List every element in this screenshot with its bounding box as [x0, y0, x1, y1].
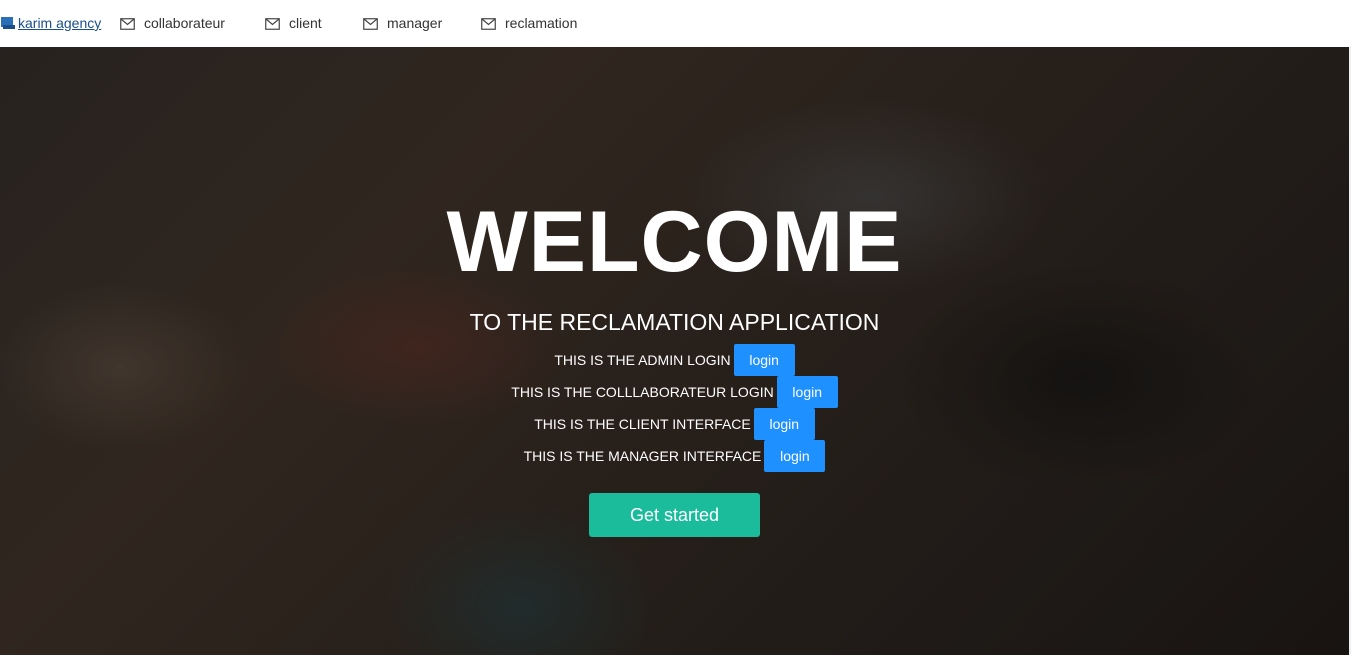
- mail-icon: [265, 17, 280, 30]
- mail-icon: [363, 17, 378, 30]
- manager-login-label: THIS IS THE MANAGER INTERFACE: [523, 448, 762, 464]
- nav-item-collaborateur[interactable]: collaborateur: [120, 15, 225, 31]
- nav-item-label: manager: [387, 15, 443, 31]
- mail-icon: [120, 17, 135, 30]
- brand-label: karim agency: [18, 15, 102, 31]
- collaborateur-login-label: THIS IS THE COLLLABORATEUR LOGIN: [511, 384, 774, 400]
- mail-icon: [481, 17, 496, 30]
- brand-link[interactable]: karim agency: [0, 15, 101, 31]
- top-navbar: karim agency collaborateur client manage…: [0, 0, 1351, 47]
- nav-item-label: client: [289, 15, 322, 31]
- client-login-button[interactable]: login: [753, 408, 815, 440]
- hero-content: WELCOME TO THE RECLAMATION APPLICATION T…: [0, 47, 1349, 655]
- broken-image-icon: [0, 16, 16, 30]
- manager-login-button[interactable]: login: [764, 440, 826, 472]
- nav-item-label: collaborateur: [144, 15, 225, 31]
- admin-login-button[interactable]: login: [733, 344, 795, 376]
- admin-login-row: THIS IS THE ADMIN LOGIN login: [0, 344, 1349, 376]
- nav-item-reclamation[interactable]: reclamation: [481, 15, 577, 31]
- manager-login-row: THIS IS THE MANAGER INTERFACE login: [0, 440, 1349, 472]
- nav-item-manager[interactable]: manager: [363, 15, 442, 31]
- nav-item-label: reclamation: [505, 15, 578, 31]
- client-login-row: THIS IS THE CLIENT INTERFACE login: [0, 408, 1349, 440]
- collaborateur-login-button[interactable]: login: [776, 376, 838, 408]
- get-started-button[interactable]: Get started: [589, 493, 760, 537]
- collaborateur-login-row: THIS IS THE COLLLABORATEUR LOGIN login: [0, 376, 1349, 408]
- nav-item-client[interactable]: client: [265, 15, 322, 31]
- subtitle: TO THE RECLAMATION APPLICATION: [469, 309, 880, 335]
- client-login-label: THIS IS THE CLIENT INTERFACE: [534, 416, 751, 432]
- welcome-title: WELCOME: [446, 194, 903, 290]
- admin-login-label: THIS IS THE ADMIN LOGIN: [554, 352, 731, 368]
